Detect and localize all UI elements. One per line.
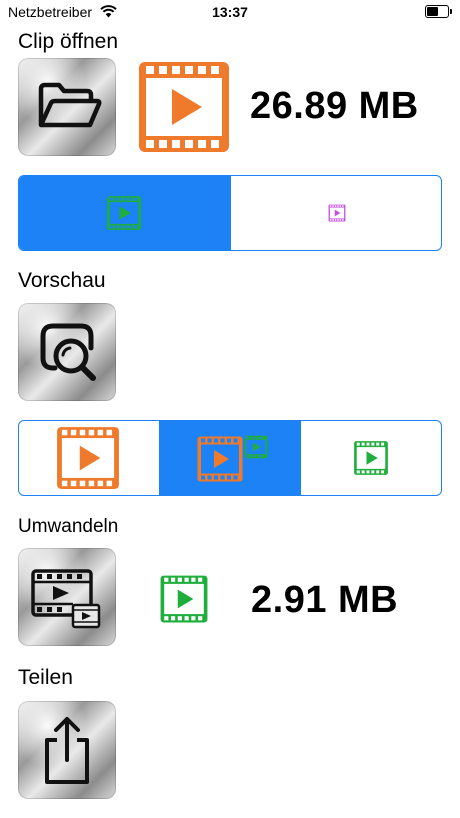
source-segment-purple[interactable] bbox=[229, 176, 442, 250]
share-button[interactable] bbox=[18, 701, 116, 799]
convert-title: Umwandeln bbox=[18, 516, 119, 537]
converted-clip-film-icon[interactable] bbox=[159, 574, 209, 624]
preview-button[interactable] bbox=[18, 303, 116, 401]
magnifier-icon bbox=[40, 323, 96, 381]
preview-selector[interactable] bbox=[18, 420, 442, 496]
source-segment-green[interactable] bbox=[19, 176, 230, 250]
converted-file-size: 2.91 MB bbox=[251, 579, 399, 621]
preview-segment-result[interactable] bbox=[300, 421, 441, 495]
preview-segment-source[interactable] bbox=[19, 421, 159, 495]
share-title: Teilen bbox=[18, 666, 73, 689]
film-play-icon-orange bbox=[57, 427, 119, 489]
film-overlay-icon bbox=[197, 436, 243, 482]
battery-icon bbox=[425, 5, 452, 18]
open-clip-title: Clip öffnen bbox=[18, 30, 119, 53]
folder-icon bbox=[38, 82, 102, 128]
open-folder-button[interactable] bbox=[18, 58, 116, 156]
film-play-icon-green-small bbox=[244, 435, 268, 459]
share-icon bbox=[45, 717, 89, 784]
status-bar: Netzbetreiber 13:37 bbox=[0, 0, 460, 24]
film-play-icon-green bbox=[107, 196, 141, 230]
convert-video-icon bbox=[31, 569, 101, 629]
convert-button[interactable] bbox=[18, 548, 116, 646]
source-clip-film-icon[interactable] bbox=[136, 59, 232, 155]
film-play-icon-green bbox=[354, 441, 388, 475]
preview-segment-overlay[interactable] bbox=[159, 421, 300, 495]
preview-title: Vorschau bbox=[18, 269, 106, 292]
film-play-icon-purple bbox=[328, 204, 345, 222]
source-file-size: 26.89 MB bbox=[250, 85, 419, 127]
clock: 13:37 bbox=[212, 4, 248, 20]
source-selector[interactable] bbox=[18, 175, 442, 251]
